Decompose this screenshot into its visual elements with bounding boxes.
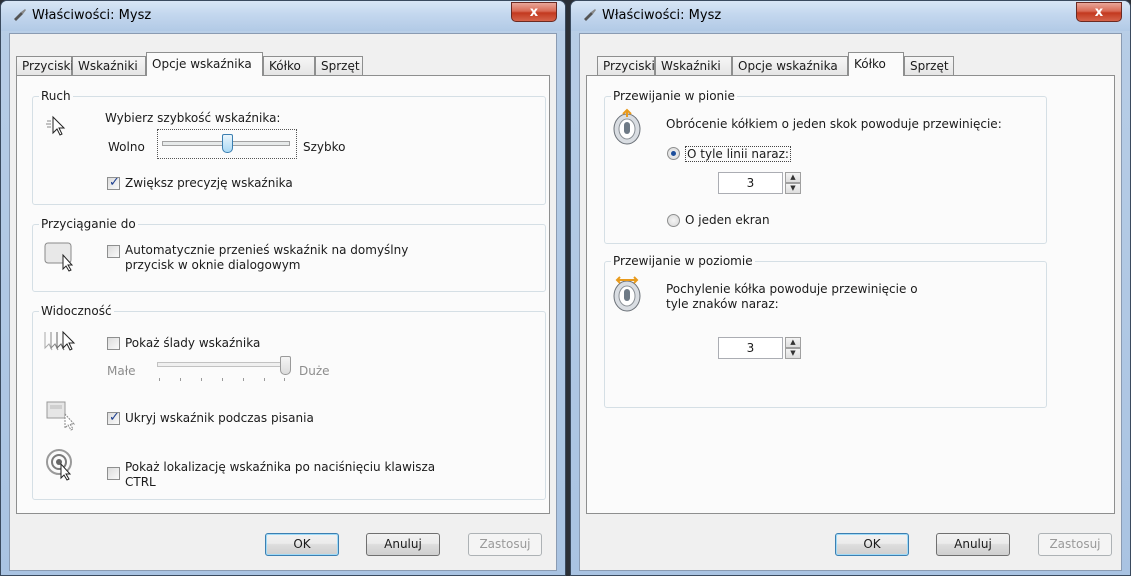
title-bar[interactable]: Właściwości: Mysz x — [1, 1, 565, 31]
hide-while-typing-label[interactable]: Ukryj wskaźnik podczas pisania — [125, 411, 314, 425]
tab-kolko[interactable]: Kółko — [263, 56, 315, 76]
close-button[interactable]: x — [1076, 2, 1122, 22]
trails-checkbox[interactable] — [107, 337, 120, 350]
hide-while-typing-checkbox[interactable] — [107, 410, 120, 425]
tab-panel-wheel: Przewijanie w pionie Obrócenie kółkiem o… — [586, 75, 1115, 514]
trails-large-label: Duże — [299, 364, 330, 378]
vertical-scroll-group: Przewijanie w pionie Obrócenie kółkiem o… — [604, 89, 1047, 244]
snap-to-group: Przyciąganie do Automatycznie przenieś w… — [32, 217, 546, 292]
visibility-group: Widoczność Pokaż ślady wskaźnika Małe Du… — [32, 304, 546, 500]
hide-pointer-icon — [46, 401, 76, 431]
apply-button[interactable]: Zastosuj — [468, 533, 542, 556]
snap-to-icon — [44, 242, 74, 272]
tab-wskazniki[interactable]: Wskaźniki — [655, 56, 732, 76]
spin-down-icon[interactable]: ▼ — [785, 183, 801, 194]
lines-radio[interactable] — [667, 147, 680, 160]
snap-to-label-line2[interactable]: przycisk w oknie dialogowym — [125, 258, 301, 272]
horizontal-scroll-group: Przewijanie w poziomie Pochylenie kółka … — [604, 254, 1047, 408]
lines-label[interactable]: O tyle linii naraz: — [685, 146, 791, 162]
window-title: Właściwości: Mysz — [32, 8, 152, 23]
wheel-horizontal-icon — [613, 276, 641, 312]
snap-to-label-line1[interactable]: Automatycznie przenieś wskaźnik na domyś… — [125, 243, 408, 257]
fast-label: Szybko — [303, 140, 346, 154]
trails-slider-thumb[interactable] — [280, 356, 291, 375]
snap-to-checkbox[interactable] — [107, 245, 120, 258]
pointer-speed-icon — [46, 115, 66, 136]
ctrl-location-checkbox[interactable] — [107, 467, 120, 480]
chars-spinner[interactable]: 3 ▲ ▼ — [718, 337, 802, 359]
close-button[interactable]: x — [511, 2, 557, 22]
trails-tick — [201, 378, 202, 381]
trails-tick — [159, 378, 160, 381]
mouse-pointer-icon — [14, 9, 26, 21]
trails-tick — [243, 378, 244, 381]
trails-tick — [222, 378, 223, 381]
tab-przyciski[interactable]: Przyciski — [16, 56, 74, 76]
trails-slider[interactable] — [153, 356, 293, 386]
horizontal-description-line1: Pochylenie kółka powoduje przewinięcie o — [666, 282, 918, 296]
tab-strip: Przyciski Wskaźniki Opcje wskaźnika Kółk… — [16, 52, 550, 76]
spin-up-icon[interactable]: ▲ — [785, 172, 801, 183]
snap-to-group-label: Przyciąganie do — [39, 217, 138, 231]
tab-opcje-wskaznika[interactable]: Opcje wskaźnika — [732, 56, 848, 76]
tab-strip: Przyciski Wskaźniki Opcje wskaźnika Kółk… — [586, 52, 1115, 76]
trails-tick — [284, 378, 285, 381]
dialog-client-area: Przyciski Wskaźniki Opcje wskaźnika Kółk… — [9, 33, 557, 571]
pointer-trails-icon — [44, 330, 76, 351]
ctrl-location-label-line2[interactable]: CTRL — [125, 475, 156, 489]
trails-slider-track — [157, 362, 287, 367]
mouse-properties-window-right: Właściwości: Mysz x Przyciski Wskaźniki … — [570, 0, 1131, 576]
speed-slider-thumb[interactable] — [222, 134, 233, 153]
chars-value-input[interactable]: 3 — [718, 337, 783, 359]
wheel-vertical-icon — [613, 108, 641, 145]
spin-down-icon[interactable]: ▼ — [785, 348, 801, 359]
window-title: Właściwości: Mysz — [602, 8, 722, 23]
trails-label[interactable]: Pokaż ślady wskaźnika — [125, 336, 260, 350]
vertical-scroll-group-label: Przewijanie w pionie — [611, 89, 737, 103]
speed-slider[interactable] — [157, 129, 297, 159]
cancel-button[interactable]: Anuluj — [366, 533, 440, 556]
spin-up-icon[interactable]: ▲ — [785, 337, 801, 348]
ok-button[interactable]: OK — [835, 533, 909, 556]
apply-button[interactable]: Zastosuj — [1038, 533, 1112, 556]
trails-tick — [180, 378, 181, 381]
cancel-button[interactable]: Anuluj — [936, 533, 1010, 556]
one-screen-radio[interactable] — [667, 214, 680, 227]
tab-sprzet[interactable]: Sprzęt — [904, 56, 954, 76]
horizontal-scroll-group-label: Przewijanie w poziomie — [611, 254, 755, 268]
speed-label: Wybierz szybkość wskaźnika: — [105, 111, 281, 125]
one-screen-label[interactable]: O jeden ekran — [685, 213, 770, 227]
precision-checkbox[interactable] — [107, 175, 120, 190]
ok-button[interactable]: OK — [265, 533, 339, 556]
ctrl-location-label-line1[interactable]: Pokaż lokalizację wskaźnika po naciśnięc… — [125, 460, 435, 474]
tab-opcje-wskaznika[interactable]: Opcje wskaźnika — [146, 52, 263, 76]
motion-group-label: Ruch — [39, 89, 73, 103]
title-bar[interactable]: Właściwości: Mysz x — [571, 1, 1130, 31]
trails-tick — [264, 378, 265, 381]
tab-kolko[interactable]: Kółko — [848, 52, 904, 76]
slow-label: Wolno — [108, 140, 145, 154]
tab-sprzet[interactable]: Sprzęt — [315, 56, 363, 76]
motion-group: Ruch Wybierz szybkość wskaźnika: Wolno S… — [32, 89, 546, 205]
lines-spinner[interactable]: 3 ▲ ▼ — [718, 172, 802, 194]
tab-przyciski[interactable]: Przyciski — [597, 56, 655, 76]
dialog-client-area: Przyciski Wskaźniki Opcje wskaźnika Kółk… — [579, 33, 1122, 571]
visibility-group-label: Widoczność — [39, 304, 114, 318]
mouse-properties-window-left: Właściwości: Mysz x Przyciski Wskaźniki … — [0, 0, 566, 576]
lines-value-input[interactable]: 3 — [718, 172, 783, 194]
mouse-pointer-icon — [584, 9, 596, 21]
precision-label[interactable]: Zwiększ precyzję wskaźnika — [125, 176, 293, 190]
pointer-location-icon — [46, 449, 72, 481]
tab-wskazniki[interactable]: Wskaźniki — [72, 56, 146, 76]
horizontal-description-line2: tyle znaków naraz: — [666, 297, 779, 311]
vertical-description: Obrócenie kółkiem o jeden skok powoduje … — [666, 117, 1002, 131]
tab-panel-pointer-options: Ruch Wybierz szybkość wskaźnika: Wolno S… — [16, 75, 550, 514]
trails-small-label: Małe — [107, 364, 136, 378]
